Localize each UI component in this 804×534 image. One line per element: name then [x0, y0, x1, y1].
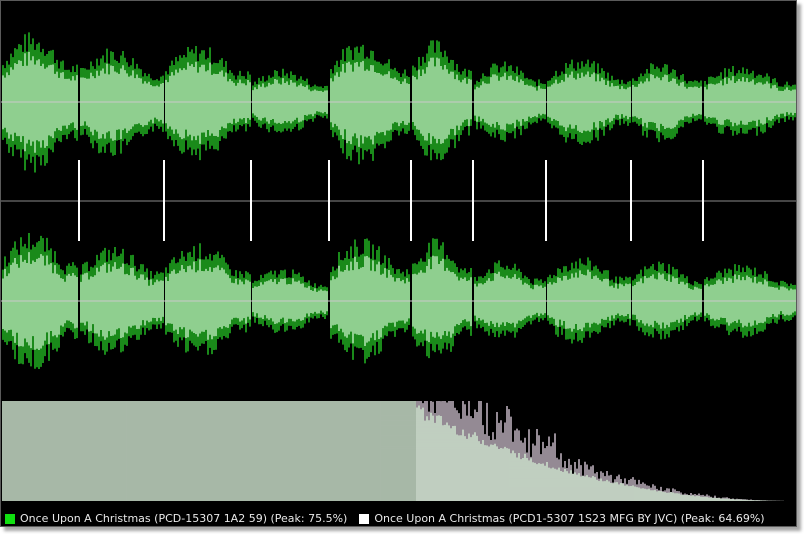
waveform-comparison-window: Once Upon A Christmas (PCD-15307 1A2 59)…: [0, 0, 797, 527]
legend-label-a: Once Upon A Christmas (PCD-15307 1A2 59)…: [20, 512, 348, 525]
wave-body-upper-9: [704, 76, 796, 127]
waveform-display: [1, 32, 796, 501]
spectrum-series-a: [2, 401, 792, 501]
legend-swatch-a: [5, 513, 15, 524]
legend-item-a: Once Upon A Christmas (PCD-15307 1A2 59)…: [5, 512, 347, 525]
status-bar: Once Upon A Christmas (PCD-15307 1A2 59)…: [1, 509, 796, 526]
legend-item-b: Once Upon A Christmas (PCD1-5307 1S23 MF…: [359, 512, 765, 525]
legend-swatch-b: [359, 513, 370, 524]
legend-label-b: Once Upon A Christmas (PCD1-5307 1S23 MF…: [374, 512, 765, 525]
